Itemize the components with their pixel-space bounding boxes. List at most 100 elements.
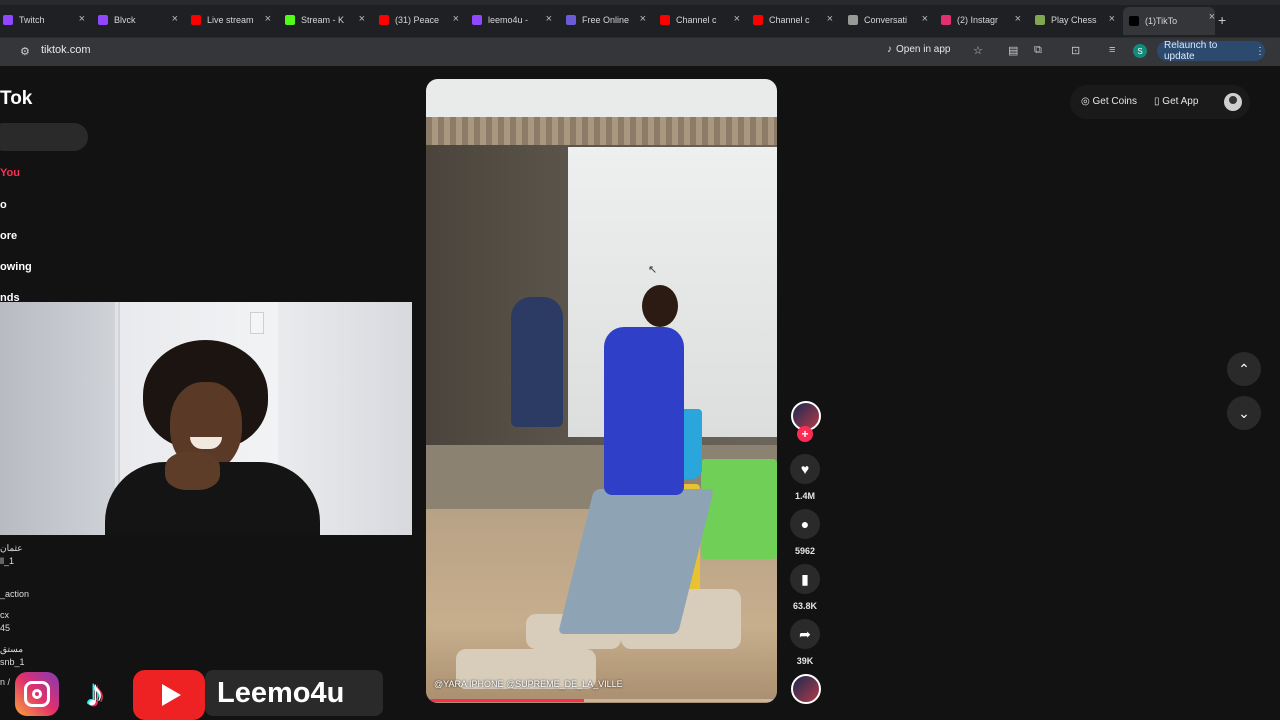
close-tab-icon[interactable]: × [359,13,365,25]
browser-tab[interactable]: leemo4u - × [472,9,552,31]
tab-search-icon[interactable]: ⊡ [1071,44,1080,57]
get-coins-button[interactable]: ◎ Get Coins [1081,96,1137,107]
browser-tab[interactable]: (1)TikTo × [1123,7,1215,35]
close-tab-icon[interactable]: × [453,13,459,25]
sidebar-nav-item[interactable]: o [0,199,7,211]
sidebar-nav-item[interactable]: ore [0,230,17,242]
tiktok-icon: ♪ [85,673,105,715]
next-video-button[interactable]: ⌄ [1227,396,1261,430]
browser-tab[interactable]: Free Online × [566,9,646,31]
reading-mode-icon[interactable]: ▤ [1008,44,1018,57]
extensions-icon[interactable]: ⧉ [1034,44,1042,57]
close-tab-icon[interactable]: × [640,13,646,25]
tab-favicon-icon [1129,16,1139,26]
tab-favicon-icon [1035,15,1045,25]
video-progress-bar[interactable] [426,699,777,702]
tab-favicon-icon [566,15,576,25]
browser-tab[interactable]: Channel c × [753,9,833,31]
open-in-app-button[interactable]: ♪ Open in app [887,44,951,55]
previous-video-button[interactable]: ⌃ [1227,352,1261,386]
close-tab-icon[interactable]: × [1209,11,1215,23]
browser-tab[interactable]: (31) Peace × [379,9,459,31]
sidebar-nav-item[interactable]: owing [0,261,32,273]
tab-label: leemo4u - [488,15,529,25]
bookmark-star-icon[interactable]: ☆ [973,44,983,57]
sidebar-account-text: مستق [0,644,24,654]
tab-favicon-icon [848,15,858,25]
share-count: 39K [796,656,814,666]
new-tab-button[interactable]: + [1218,12,1226,28]
sidebar-nav-item[interactable]: You [0,167,20,179]
macos-menu-bar [0,0,1280,5]
browser-tab[interactable]: Blvck × [98,9,178,31]
share-arrow-icon: ➦ [799,625,811,642]
get-app-button[interactable]: ▯ Get App [1154,96,1198,107]
video-scene-dancer-shirt [604,327,684,495]
browser-tab[interactable]: Channel c × [660,9,740,31]
close-tab-icon[interactable]: × [546,13,552,25]
comment-icon: ● [800,516,810,532]
chevron-down-icon: ⌄ [1238,404,1250,421]
phone-icon: ▯ [1154,96,1160,107]
address-bar[interactable]: tiktok.com [41,44,91,56]
close-tab-icon[interactable]: × [265,13,271,25]
browser-profile-avatar[interactable]: S [1133,44,1147,58]
close-tab-icon[interactable]: × [79,13,85,25]
relaunch-button[interactable]: Relaunch to update ⋮ [1157,40,1265,62]
bookmark-icon: ▮ [801,570,809,587]
save-count: 63.8K [792,601,818,611]
video-scene-roof [426,117,777,147]
follow-plus-icon[interactable]: + [797,426,813,442]
more-menu-icon: ⋮ [1255,45,1265,57]
tab-favicon-icon [472,15,482,25]
browser-tab[interactable]: Stream - K × [285,9,365,31]
tab-favicon-icon [3,15,13,25]
close-tab-icon[interactable]: × [734,13,740,25]
tab-label: Conversati [864,15,908,25]
tab-label: Live stream [207,15,254,25]
browser-tab[interactable]: Twitch × [3,9,85,31]
streamer-handle: Leemo4u [205,670,383,716]
like-button[interactable]: ♥ [790,454,820,484]
browser-tab[interactable]: Live stream × [191,9,271,31]
streamer-hand [165,452,220,490]
address-toolbar [0,38,1280,66]
instagram-icon [15,672,59,716]
save-button[interactable]: ▮ [790,564,820,594]
profile-avatar[interactable] [1224,93,1242,111]
tiktok-icon: ♪ [887,44,892,55]
webcam-light-switch [250,312,264,334]
video-scene-dancer-head [642,285,678,327]
media-controls-icon[interactable]: ≡ [1109,44,1115,56]
share-button[interactable]: ➦ [790,619,820,649]
video-player[interactable]: @YARA IPHONE @SUPREME_DE_LA_VILLE [426,79,777,703]
music-disc-avatar[interactable] [791,674,821,704]
close-tab-icon[interactable]: × [1109,13,1115,25]
close-tab-icon[interactable]: × [172,13,178,25]
webcam-chair [0,302,115,535]
tab-label: (31) Peace [395,15,440,25]
sidebar-account-text: ll_1 [0,556,15,566]
close-tab-icon[interactable]: × [827,13,833,25]
tab-label: Play Chess [1051,15,1097,25]
browser-tab[interactable]: Conversati × [848,9,928,31]
tab-label: Twitch [19,15,45,25]
tab-label: Stream - K [301,15,345,25]
heart-icon: ♥ [800,461,810,477]
tab-label: Channel c [769,15,810,25]
site-settings-icon[interactable]: ⚙ [20,45,30,58]
coin-icon: ◎ [1081,96,1090,107]
social-badges: ♪ Leemo4u [15,668,383,720]
sidebar-account-text: 45 [0,623,11,633]
tab-favicon-icon [285,15,295,25]
browser-tab[interactable]: (2) Instagr × [941,9,1021,31]
tab-favicon-icon [753,15,763,25]
sidebar-account-text: cx [0,610,9,620]
tiktok-logo[interactable]: Tok [0,88,32,110]
video-progress-fill [426,699,584,702]
close-tab-icon[interactable]: × [1015,13,1021,25]
search-input[interactable] [0,123,88,151]
browser-tab[interactable]: Play Chess × [1035,9,1115,31]
comment-button[interactable]: ● [790,509,820,539]
close-tab-icon[interactable]: × [922,13,928,25]
